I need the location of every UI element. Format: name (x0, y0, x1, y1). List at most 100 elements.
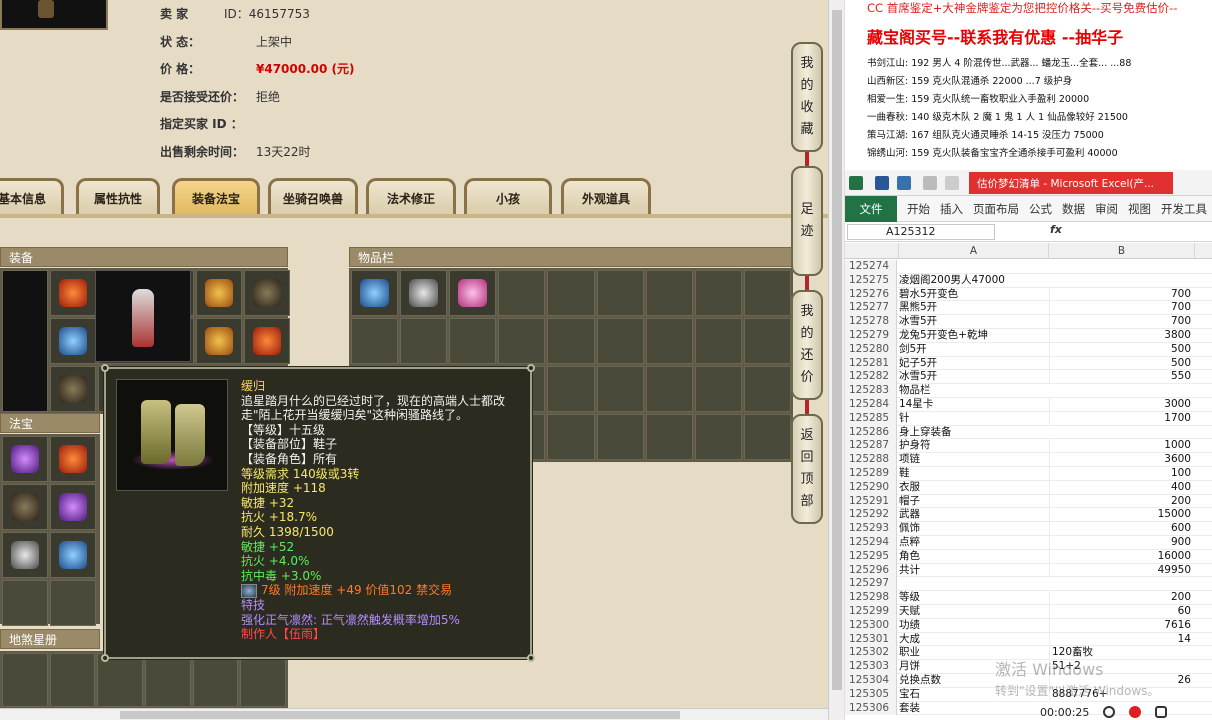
cell-b[interactable]: 500 (1049, 342, 1195, 357)
cell-b[interactable]: 7616 (1049, 618, 1195, 633)
fate-slot[interactable] (2, 653, 48, 707)
cell-a[interactable]: 妃子5开 (899, 357, 1049, 371)
pause-icon[interactable] (1103, 706, 1116, 718)
row-number[interactable]: 125305 (845, 687, 897, 702)
tab-basic-info[interactable]: 基本信息 (0, 178, 64, 216)
row-number[interactable]: 125304 (845, 673, 897, 688)
row-number[interactable]: 125300 (845, 618, 897, 633)
cell-a[interactable]: 共计 (899, 564, 1049, 578)
treasure-slot[interactable] (2, 436, 48, 482)
cell-a[interactable]: 物品栏 (899, 384, 1049, 398)
inventory-slot[interactable] (645, 366, 693, 412)
tab-mounts-pets[interactable]: 坐骑召唤兽 (268, 178, 358, 216)
ribbon-tab-insert[interactable]: 插入 (940, 201, 963, 217)
treasure-slot[interactable] (2, 532, 48, 578)
cell-a[interactable]: 天赋 (899, 605, 1049, 619)
my-counter-offers-button[interactable]: 我 的 还 价 (791, 290, 823, 400)
cell-a[interactable]: 大成 (899, 633, 1049, 647)
row-number[interactable]: 125291 (845, 494, 897, 509)
cell-a[interactable]: 项链 (899, 453, 1049, 467)
cell-a[interactable]: 龙兔5开变色+乾坤 (899, 329, 1049, 343)
ribbon-tab-formulas[interactable]: 公式 (1029, 201, 1052, 217)
cell-b[interactable]: 14 (1049, 632, 1195, 647)
ribbon-tab-data[interactable]: 数据 (1062, 201, 1085, 217)
equip-slot-gem[interactable] (50, 366, 96, 412)
row-number[interactable]: 125306 (845, 701, 897, 716)
row-number[interactable]: 125287 (845, 439, 897, 454)
equip-slot-belt[interactable] (244, 318, 290, 364)
fate-slot[interactable] (49, 653, 96, 707)
inventory-slot[interactable] (596, 270, 644, 316)
inventory-slot[interactable] (694, 318, 742, 364)
ribbon-tab-file[interactable]: 文件 (845, 195, 897, 222)
cell-b[interactable]: 600 (1049, 522, 1195, 536)
row-number[interactable]: 125292 (845, 508, 897, 523)
cell-a[interactable]: 凌烟阁200男人47000 (899, 274, 1049, 288)
treasure-slot[interactable] (50, 436, 96, 482)
cell-b[interactable]: 500 (1049, 356, 1195, 371)
cell-b[interactable]: 400 (1049, 480, 1195, 495)
cell-a[interactable]: 冰雪5开 (899, 315, 1049, 329)
row-number[interactable]: 125277 (845, 301, 897, 316)
inventory-slot[interactable] (645, 270, 693, 316)
undo-icon[interactable] (897, 176, 911, 190)
customize-toolbar-icon[interactable] (945, 176, 959, 190)
cell-b[interactable]: 700 (1049, 287, 1195, 302)
inventory-slot[interactable] (351, 270, 399, 316)
cell-a[interactable]: 身上穿装备 (899, 426, 1049, 440)
cell-b[interactable]: 3600 (1049, 453, 1195, 467)
cell-a[interactable]: 冰雪5开 (899, 370, 1049, 384)
inventory-slot[interactable] (400, 318, 448, 364)
cell-b[interactable]: 3000 (1049, 397, 1195, 412)
tab-spell-modifiers[interactable]: 法术修正 (366, 178, 456, 216)
cell-a[interactable]: 套装 (899, 702, 1049, 716)
name-box[interactable]: A125312 (847, 224, 995, 240)
column-header-b[interactable]: B (1049, 243, 1195, 259)
ribbon-tab-home[interactable]: 开始 (907, 201, 930, 217)
cell-b[interactable]: 49950 (1049, 563, 1195, 578)
horizontal-scrollbar[interactable] (0, 708, 828, 720)
equip-slot-amulet[interactable] (196, 270, 242, 316)
row-number[interactable]: 125282 (845, 370, 897, 385)
equip-slot-ring[interactable] (196, 318, 242, 364)
inventory-slot[interactable] (645, 414, 693, 460)
inventory-slot[interactable] (694, 366, 742, 412)
row-number[interactable]: 125299 (845, 604, 897, 619)
row-number[interactable]: 125303 (845, 660, 897, 674)
cell-a[interactable]: 黑熊5开 (899, 301, 1049, 315)
fate-slot[interactable] (192, 653, 239, 707)
inventory-slot[interactable] (743, 366, 791, 412)
row-number[interactable]: 125279 (845, 328, 897, 343)
treasure-slot[interactable] (2, 580, 48, 626)
inventory-slot[interactable] (351, 318, 399, 364)
row-number[interactable]: 125290 (845, 480, 897, 495)
row-number[interactable]: 125286 (845, 425, 897, 440)
vertical-scrollbar[interactable] (828, 0, 844, 720)
row-number[interactable]: 125284 (845, 397, 897, 412)
cell-b[interactable]: 200 (1049, 591, 1195, 605)
row-number[interactable]: 125297 (845, 577, 897, 592)
row-number[interactable]: 125281 (845, 356, 897, 371)
ribbon-tab-review[interactable]: 审阅 (1095, 201, 1118, 217)
inventory-slot[interactable] (547, 414, 595, 460)
treasure-slot[interactable] (50, 484, 96, 530)
cell-b[interactable]: 1700 (1049, 411, 1195, 426)
inventory-slot[interactable] (449, 318, 497, 364)
inventory-slot[interactable] (498, 318, 546, 364)
column-header-a[interactable]: A (899, 243, 1049, 259)
row-number[interactable]: 125302 (845, 646, 897, 661)
back-to-top-button[interactable]: 返 回 顶 部 (791, 414, 823, 524)
my-favorites-button[interactable]: 我 的 收 藏 (791, 42, 823, 152)
cell-b[interactable]: 900 (1049, 535, 1195, 550)
row-number[interactable]: 125278 (845, 315, 897, 329)
row-number[interactable]: 125288 (845, 453, 897, 467)
inventory-slot[interactable] (400, 270, 448, 316)
cell-b[interactable]: 3800 (1049, 328, 1195, 343)
redo-icon[interactable] (923, 176, 937, 190)
cell-a[interactable]: 剑5开 (899, 343, 1049, 357)
row-number[interactable]: 125274 (845, 260, 897, 274)
cell-b[interactable]: 16000 (1049, 549, 1195, 564)
cell-a[interactable]: 衣服 (899, 481, 1049, 495)
fate-slot[interactable] (240, 653, 286, 707)
inventory-slot[interactable] (694, 414, 742, 460)
